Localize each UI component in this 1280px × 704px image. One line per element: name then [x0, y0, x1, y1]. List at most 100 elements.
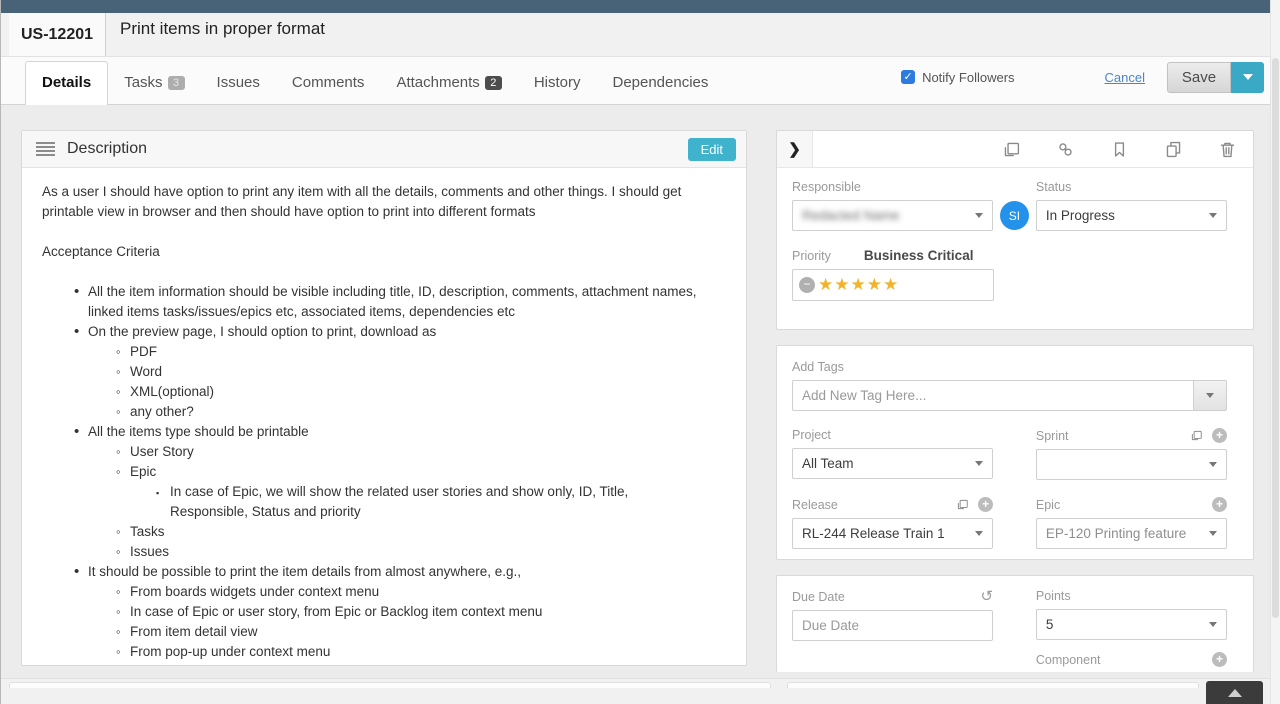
description-panel-header: Description Edit: [22, 131, 746, 168]
sprint-select[interactable]: [1036, 449, 1227, 480]
properties-panel-schedule: Due Date ↺ Points 5 Component +: [776, 575, 1254, 672]
properties-panel-main: ❯ Responsible Redacted Name SI: [776, 130, 1254, 330]
open-sprint-icon[interactable]: [1190, 429, 1203, 442]
priority-level-name: Business Critical: [864, 248, 974, 263]
project-label: Project: [792, 428, 993, 442]
link-icon[interactable]: [1056, 140, 1075, 159]
delete-icon[interactable]: [1218, 140, 1237, 159]
notify-followers-label: Notify Followers: [922, 70, 1014, 85]
expand-bottom-panel-button[interactable]: [1206, 681, 1263, 704]
edit-description-button[interactable]: Edit: [688, 138, 736, 161]
copy-icon[interactable]: [1164, 140, 1183, 159]
tag-dropdown-button[interactable]: [1194, 380, 1227, 411]
chevron-right-icon: ❯: [788, 140, 801, 158]
release-value: RL-244 Release Train 1: [802, 526, 975, 541]
drag-handle-icon[interactable]: [36, 142, 55, 156]
cancel-link[interactable]: Cancel: [1105, 70, 1145, 85]
responsible-avatar[interactable]: SI: [1000, 201, 1029, 230]
caret-down-icon: [975, 461, 983, 466]
reset-due-date-icon[interactable]: ↺: [981, 589, 994, 604]
points-select[interactable]: 5: [1036, 609, 1227, 640]
tab-dependencies[interactable]: Dependencies: [596, 62, 724, 104]
priority-rating[interactable]: − ★★★★★: [792, 269, 994, 301]
scrollbar-thumb[interactable]: [1272, 58, 1279, 618]
epic-value: EP-120 Printing feature: [1046, 526, 1209, 541]
description-bullet: Tasks: [130, 522, 726, 542]
open-in-window-icon[interactable]: [1002, 140, 1021, 159]
tab-comments[interactable]: Comments: [276, 62, 381, 104]
responsible-select[interactable]: Redacted Name: [792, 200, 993, 231]
description-bullet: From boards widgets under context menu: [130, 582, 726, 602]
tab-label: Dependencies: [612, 74, 708, 91]
description-bullet: From item detail view: [130, 622, 726, 642]
project-select[interactable]: All Team: [792, 448, 993, 479]
collapsed-panel-stub[interactable]: [9, 682, 771, 688]
add-tag-input[interactable]: [792, 380, 1194, 411]
collapse-panel-button[interactable]: ❯: [777, 131, 813, 167]
save-button[interactable]: Save: [1167, 62, 1231, 93]
tab-bar-tabs: Details Tasks 3 Issues CommentsAttachments2H…: [25, 57, 724, 104]
description-bullet: Issues: [130, 542, 726, 562]
responsible-label: Responsible: [792, 180, 993, 194]
priority-stars: ★★★★★: [818, 275, 899, 295]
item-action-icons: [1002, 140, 1253, 159]
item-detail-page: US-12201 Print items in proper format De…: [0, 0, 1280, 704]
vertical-scrollbar[interactable]: [1270, 0, 1280, 704]
description-bullet: Word: [130, 362, 726, 382]
tab-attachments[interactable]: Attachments2: [380, 62, 517, 104]
tab-issues[interactable]: Issues: [201, 62, 276, 104]
description-bullet: Epic: [130, 462, 726, 482]
description-bullet: All the items type should be printable: [88, 422, 726, 442]
tab-label: Tasks: [124, 74, 162, 91]
open-release-icon[interactable]: [956, 498, 969, 511]
description-bullet: All the item information should be visib…: [88, 282, 726, 322]
tab-bar: Details Tasks 3 Issues CommentsAttachments2H…: [1, 57, 1280, 105]
caret-down-icon: [1209, 213, 1217, 218]
save-dropdown-button[interactable]: [1231, 62, 1264, 93]
app-top-bar: [1, 0, 1280, 13]
save-button-group: Save: [1167, 62, 1264, 93]
responsible-value: Redacted Name: [802, 208, 975, 223]
add-release-icon[interactable]: +: [978, 497, 993, 512]
description-bullet: It should be possible to print the item …: [88, 562, 726, 582]
description-panel: Description Edit As a user I should have…: [21, 130, 747, 666]
item-id-badge: US-12201: [9, 13, 106, 56]
item-header: US-12201 Print items in proper format: [1, 13, 1280, 57]
description-bullet: any other?: [130, 402, 726, 422]
notify-followers-checkbox[interactable]: ✓: [901, 70, 915, 84]
description-bullet: User Story: [130, 442, 726, 462]
epic-select[interactable]: EP-120 Printing feature: [1036, 518, 1227, 549]
tab-count-badge: 3: [168, 76, 185, 90]
epic-label: Epic: [1036, 498, 1060, 512]
tab-details[interactable]: Details: [25, 61, 108, 105]
tab-label: Details: [42, 74, 91, 91]
tab-history[interactable]: History: [518, 62, 597, 104]
tab-tasks[interactable]: Tasks 3: [108, 62, 200, 104]
triangle-up-icon: [1228, 689, 1242, 697]
description-panel-title: Description: [67, 140, 147, 158]
priority-label: Priority: [792, 249, 831, 263]
add-sprint-icon[interactable]: +: [1212, 428, 1227, 443]
caret-down-icon: [975, 531, 983, 536]
component-label: Component: [1036, 653, 1101, 667]
description-body: As a user I should have option to print …: [22, 168, 746, 676]
clear-priority-icon[interactable]: −: [799, 277, 815, 293]
bookmark-icon[interactable]: [1110, 140, 1129, 159]
add-epic-icon[interactable]: +: [1212, 497, 1227, 512]
caret-down-icon: [1243, 74, 1253, 80]
status-label: Status: [1036, 180, 1227, 194]
release-select[interactable]: RL-244 Release Train 1: [792, 518, 993, 549]
caret-down-icon: [1209, 622, 1217, 627]
description-bullet: In case of Epic, we will show the relate…: [170, 482, 630, 522]
due-date-label: Due Date: [792, 590, 845, 604]
due-date-input[interactable]: [792, 610, 993, 641]
properties-panel-planning: Add Tags Project All Team Sprint: [776, 345, 1254, 560]
description-bullet: XML(optional): [130, 382, 726, 402]
release-label: Release: [792, 498, 838, 512]
properties-panel-toolbar: ❯: [777, 131, 1253, 168]
add-component-icon[interactable]: +: [1212, 652, 1227, 667]
status-select[interactable]: In Progress: [1036, 200, 1227, 231]
description-bullet: On the preview page, I should option to …: [88, 322, 726, 342]
collapsed-panel-stub[interactable]: [787, 682, 1199, 688]
tab-label: Issues: [217, 74, 260, 91]
